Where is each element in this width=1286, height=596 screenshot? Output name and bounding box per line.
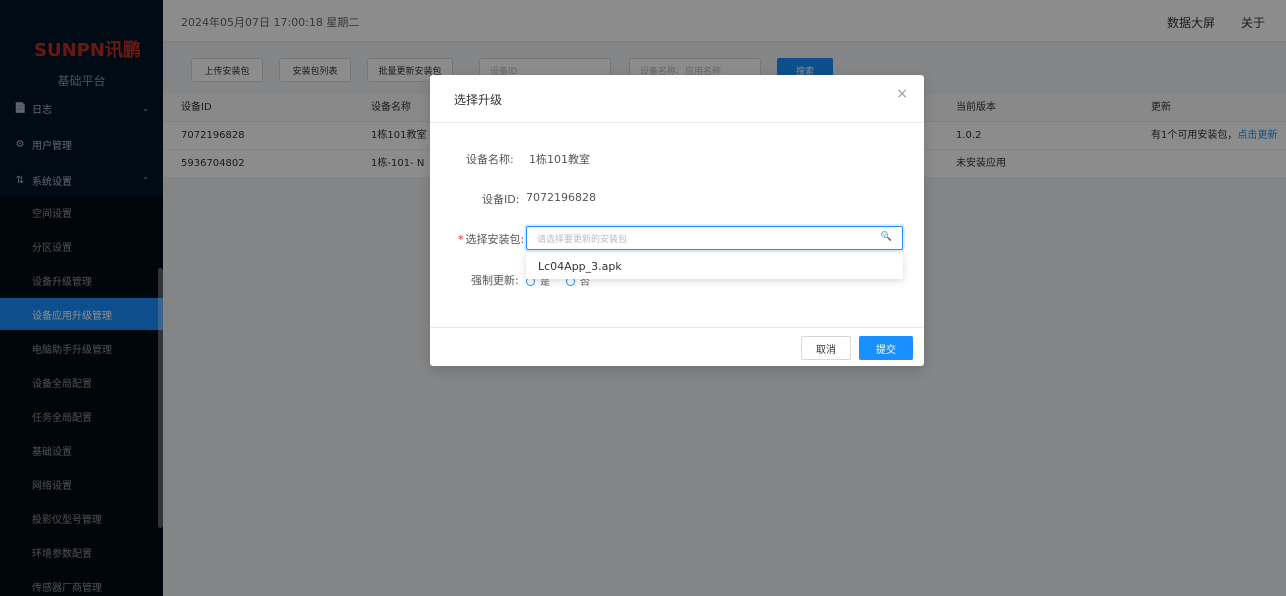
device-name-value: 1栋101教室 bbox=[529, 153, 590, 166]
device-id-label: 设备ID: bbox=[482, 193, 520, 206]
package-select[interactable]: 请选择要更新的安装包 🔍 bbox=[526, 226, 903, 250]
required-mark: * bbox=[458, 233, 464, 246]
dropdown-option[interactable]: Lc04App_3.apk bbox=[526, 253, 903, 279]
search-icon: 🔍 bbox=[880, 232, 892, 242]
modal-title: 选择升级 bbox=[454, 93, 503, 107]
package-select-placeholder: 请选择要更新的安装包 bbox=[537, 234, 628, 245]
device-name-label: 设备名称: bbox=[466, 153, 514, 166]
close-icon[interactable]: × bbox=[896, 86, 908, 102]
modal-header: 选择升级 × bbox=[430, 75, 924, 123]
package-label-text: 选择安装包: bbox=[465, 233, 525, 246]
cancel-button[interactable]: 取消 bbox=[801, 336, 851, 360]
modal-footer: 取消 提交 bbox=[430, 327, 924, 366]
package-label: * 选择安装包: bbox=[458, 231, 524, 247]
device-id-value: 7072196828 bbox=[526, 191, 596, 204]
submit-button[interactable]: 提交 bbox=[859, 336, 913, 360]
select-upgrade-modal: 选择升级 × 设备名称: 1栋101教室 设备ID: 7072196828 * 选… bbox=[430, 75, 924, 366]
force-update-label: 强制更新: bbox=[471, 274, 519, 287]
